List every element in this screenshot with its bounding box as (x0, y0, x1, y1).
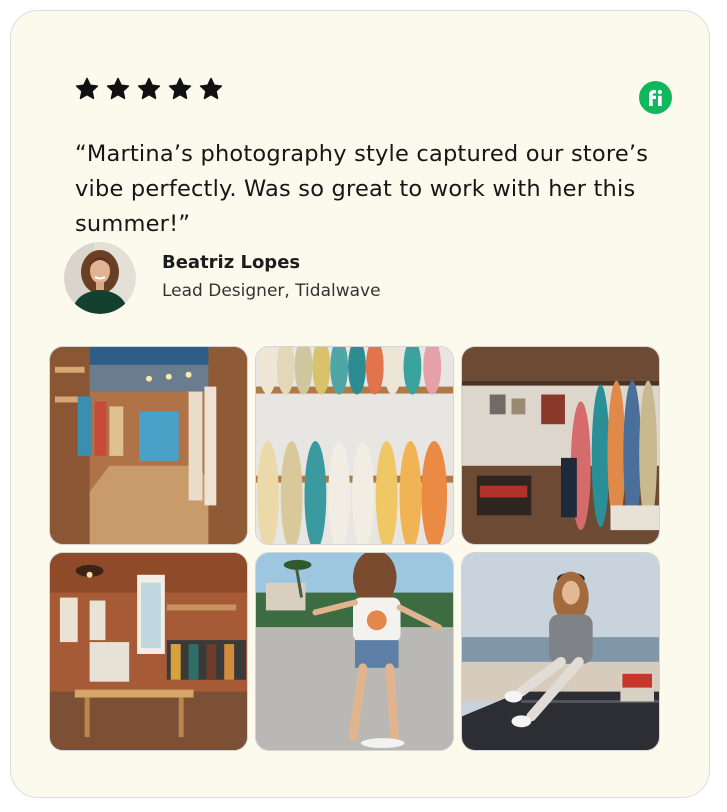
girl-on-car-roof-photo[interactable] (461, 552, 660, 751)
fiverr-logo-icon[interactable] (639, 81, 672, 114)
star-icon (106, 77, 130, 100)
surfboard-wall-photo[interactable] (255, 346, 454, 545)
star-icon (75, 77, 99, 100)
author-block: Beatriz Lopes Lead Designer, Tidalwave (64, 242, 381, 314)
star-icon (168, 77, 192, 100)
fiverr-logo-glyph (649, 89, 662, 106)
star-icon (137, 77, 161, 100)
author-role: Lead Designer, Tidalwave (162, 281, 381, 301)
surfboard-shop-display-photo[interactable] (461, 346, 660, 545)
author-name: Beatriz Lopes (162, 252, 301, 273)
avatar (64, 242, 136, 314)
star-icon (199, 77, 223, 100)
photo-gallery (49, 346, 661, 752)
testimonial-quote: “Martina’s photography style captured ou… (75, 141, 649, 237)
girl-skateboarding-photo[interactable] (255, 552, 454, 751)
clothing-store-interior-photo[interactable] (49, 552, 248, 751)
surf-shop-interior-photo[interactable] (49, 346, 248, 545)
star-rating (74, 76, 224, 102)
author-text: Beatriz Lopes Lead Designer, Tidalwave (162, 251, 381, 305)
